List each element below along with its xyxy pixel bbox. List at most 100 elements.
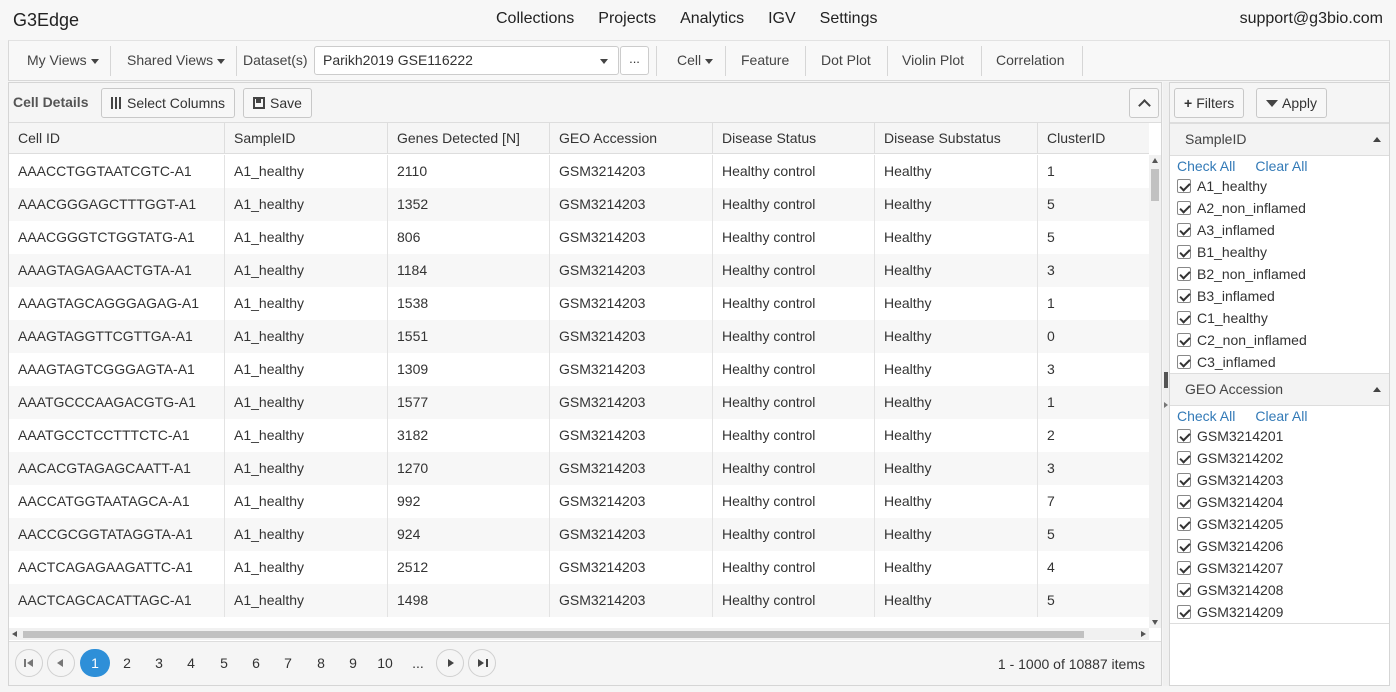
column-header-disease-substatus[interactable]: Disease Substatus (875, 123, 1038, 154)
support-email[interactable]: support@g3bio.com (1240, 10, 1383, 28)
more-datasets-button[interactable]: ... (620, 46, 649, 75)
filter-option[interactable]: GSM3214205 (1177, 513, 1283, 535)
column-header-clusterid[interactable]: ClusterID (1038, 123, 1149, 154)
nav-analytics[interactable]: Analytics (668, 10, 756, 28)
dot-plot-tab[interactable]: Dot Plot (821, 41, 871, 80)
table-row[interactable]: AACTCAGCACATTAGC-A1 A1_healthy 1498 GSM3214… (9, 584, 1149, 617)
table-row[interactable]: AAAGTAGAGAACTGTA-A1 A1_healthy 1184 GSM3214… (9, 254, 1149, 287)
table-row[interactable]: AAAGTAGGTTCGTTGA-A1 A1_healthy 1551 GSM3214… (9, 320, 1149, 353)
checkbox-checked-icon[interactable] (1177, 473, 1191, 487)
filter-option[interactable]: GSM3214201 (1177, 425, 1283, 447)
filter-section-sampleid[interactable]: SampleID (1170, 123, 1389, 156)
checkbox-checked-icon[interactable] (1177, 355, 1191, 369)
filter-option[interactable]: GSM3214204 (1177, 491, 1283, 513)
brand-logo[interactable]: G3Edge (13, 10, 79, 31)
checkbox-checked-icon[interactable] (1177, 451, 1191, 465)
checkbox-checked-icon[interactable] (1177, 495, 1191, 509)
feature-tab[interactable]: Feature (741, 41, 789, 80)
table-row[interactable]: AAAGTAGTCGGGAGTA-A1 A1_healthy 1309 GSM3214… (9, 353, 1149, 386)
table-row[interactable]: AAACCTGGTAATCGTC-A1 A1_healthy 2110 GSM3214… (9, 155, 1149, 188)
table-row[interactable]: AACACGTAGAGCAATT-A1 A1_healthy 1270 GSM3214… (9, 452, 1149, 485)
checkbox-checked-icon[interactable] (1177, 517, 1191, 531)
page-number[interactable]: 1 (80, 649, 110, 677)
column-header-cell-id[interactable]: Cell ID (9, 123, 225, 154)
my-views-dropdown[interactable]: My Views (27, 41, 99, 80)
checkbox-checked-icon[interactable] (1177, 179, 1191, 193)
nav-collections[interactable]: Collections (484, 10, 586, 28)
filter-option[interactable]: B1_healthy (1177, 241, 1267, 263)
page-number[interactable]: 7 (273, 649, 303, 677)
checkbox-checked-icon[interactable] (1177, 539, 1191, 553)
first-page-button[interactable] (15, 649, 43, 677)
page-number[interactable]: 8 (306, 649, 336, 677)
filter-option[interactable]: GSM3214206 (1177, 535, 1283, 557)
table-row[interactable]: AACCGCGGTATAGGTA-A1 A1_healthy 924 GSM32142… (9, 518, 1149, 551)
violin-plot-tab[interactable]: Violin Plot (902, 41, 964, 80)
shared-views-dropdown[interactable]: Shared Views (127, 41, 226, 80)
filter-option[interactable]: B3_inflamed (1177, 285, 1275, 307)
checkbox-checked-icon[interactable] (1177, 333, 1191, 347)
collapse-button[interactable] (1129, 88, 1159, 118)
save-button[interactable]: Save (243, 88, 312, 118)
table-row[interactable]: AAATGCCTCCTTTCTC-A1 A1_healthy 3182 GSM3214… (9, 419, 1149, 452)
column-header-genes-detected[interactable]: Genes Detected [N] (388, 123, 550, 154)
checkbox-checked-icon[interactable] (1177, 605, 1191, 619)
checkbox-checked-icon[interactable] (1177, 429, 1191, 443)
select-columns-button[interactable]: Select Columns (101, 88, 236, 118)
page-number[interactable]: 4 (176, 649, 206, 677)
filter-option[interactable]: GSM3214209 (1177, 601, 1283, 623)
clear-all-link[interactable]: Clear All (1255, 408, 1307, 424)
page-number[interactable]: 9 (338, 649, 368, 677)
checkbox-checked-icon[interactable] (1177, 245, 1191, 259)
page-number[interactable]: 5 (209, 649, 239, 677)
checkbox-checked-icon[interactable] (1177, 223, 1191, 237)
dataset-select[interactable]: Parikh2019 GSE116222 (314, 46, 619, 75)
nav-projects[interactable]: Projects (586, 10, 668, 28)
page-number[interactable]: 6 (241, 649, 271, 677)
scroll-right-icon[interactable] (1141, 631, 1146, 637)
clear-all-link[interactable]: Clear All (1255, 158, 1307, 174)
filter-option[interactable]: GSM3214208 (1177, 579, 1283, 601)
checkbox-checked-icon[interactable] (1177, 561, 1191, 575)
table-row[interactable]: AAATGCCCAAGACGTG-A1 A1_healthy 1577 GSM3214… (9, 386, 1149, 419)
apply-button[interactable]: Apply (1256, 88, 1328, 118)
scroll-up-icon[interactable] (1152, 158, 1158, 163)
last-page-button[interactable] (468, 649, 496, 677)
table-row[interactable]: AAACGGGAGCTTTGGT-A1 A1_healthy 1352 GSM3214… (9, 188, 1149, 221)
nav-settings[interactable]: Settings (808, 10, 890, 28)
column-header-disease-status[interactable]: Disease Status (713, 123, 875, 154)
checkbox-checked-icon[interactable] (1177, 289, 1191, 303)
prev-page-button[interactable] (47, 649, 75, 677)
table-row[interactable]: AACCATGGTAATAGCA-A1 A1_healthy 992 GSM32142… (9, 485, 1149, 518)
expand-right-icon[interactable] (1164, 402, 1168, 408)
nav-igv[interactable]: IGV (756, 10, 808, 28)
scroll-thumb[interactable] (1151, 169, 1159, 201)
cell-dropdown[interactable]: Cell (677, 41, 714, 80)
page-number[interactable]: 3 (144, 649, 174, 677)
table-row[interactable]: AAACGGGTCTGGTATG-A1 A1_healthy 806 GSM32142… (9, 221, 1149, 254)
table-row[interactable]: AACTCAGAGAAGATTC-A1 A1_healthy 2512 GSM3214… (9, 551, 1149, 584)
correlation-tab[interactable]: Correlation (996, 41, 1064, 80)
filter-option[interactable]: B2_non_inflamed (1177, 263, 1306, 285)
filter-option[interactable]: A1_healthy (1177, 175, 1267, 197)
filter-option[interactable]: GSM3214203 (1177, 469, 1283, 491)
next-page-button[interactable] (436, 649, 464, 677)
filter-option[interactable]: C2_non_inflamed (1177, 329, 1307, 351)
column-header-sampleid[interactable]: SampleID (225, 123, 388, 154)
page-number[interactable]: 10 (370, 649, 400, 677)
filter-option[interactable]: GSM3214202 (1177, 447, 1283, 469)
filter-section-geo-accession[interactable]: GEO Accession (1170, 373, 1389, 406)
scroll-thumb[interactable] (23, 631, 1084, 638)
filter-option[interactable]: C1_healthy (1177, 307, 1268, 329)
table-row[interactable]: AAAGTAGCAGGGAGAG-A1 A1_healthy 1538 GSM3214… (9, 287, 1149, 320)
column-header-geo-accession[interactable]: GEO Accession (550, 123, 713, 154)
splitter-grip-icon[interactable] (1164, 372, 1168, 388)
page-number[interactable]: 2 (112, 649, 142, 677)
vertical-scrollbar[interactable] (1149, 155, 1161, 628)
checkbox-checked-icon[interactable] (1177, 267, 1191, 281)
check-all-link[interactable]: Check All (1177, 158, 1235, 174)
filter-option[interactable]: GSM3214207 (1177, 557, 1283, 579)
filters-button[interactable]: + Filters (1174, 88, 1245, 118)
checkbox-checked-icon[interactable] (1177, 201, 1191, 215)
filter-option[interactable]: A2_non_inflamed (1177, 197, 1306, 219)
